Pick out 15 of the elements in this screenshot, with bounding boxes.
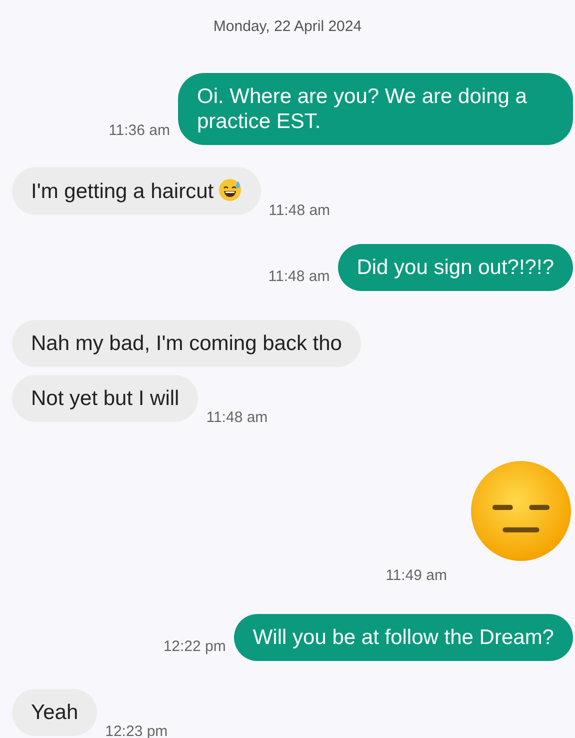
message-time: 11:48 am [268,268,330,284]
message-time: 12:22 pm [163,638,226,654]
received-message-bubble: Not yet but I will [12,374,198,422]
sweat-smile-emoji-icon [218,178,242,202]
received-message-bubble: Nah my bad, I'm coming back tho [12,320,361,366]
date-header: Monday, 22 April 2024 [213,17,362,37]
sent-message-bubble: Did you sign out?!?!? [338,244,573,290]
message-time: 11:36 am [108,122,170,138]
sent-message-bubble: Will you be at follow the Dream? [234,614,573,660]
received-message-bubble: I'm getting a haircut [12,166,261,214]
sent-message-bubble: Oi. Where are you? We are doing a practice EST. [178,72,573,144]
message-time: 11:49 am [386,566,447,584]
received-message-bubble: Yeah [12,688,98,736]
message-time: 11:48 am [206,408,268,426]
message-time: 11:48 am [268,202,330,218]
